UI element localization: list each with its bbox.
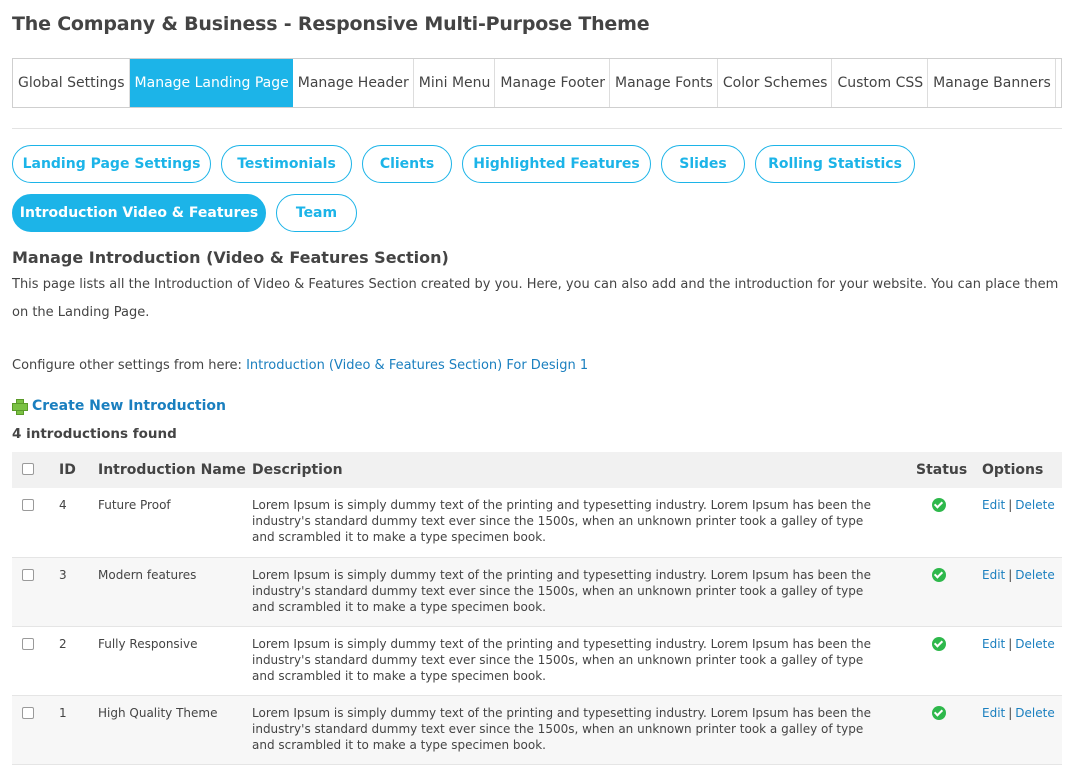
- options-separator: |: [1008, 705, 1013, 720]
- tab-custom-css[interactable]: Custom CSS: [832, 59, 929, 107]
- plus-icon: [12, 399, 28, 415]
- table-row: 1 High Quality Theme Lorem Ipsum is simp…: [12, 695, 1062, 764]
- subtab-introduction-video-features[interactable]: Introduction Video & Features: [12, 194, 266, 232]
- row-name: Modern features: [98, 567, 197, 582]
- subtab-team[interactable]: Team: [276, 194, 357, 232]
- delete-link[interactable]: Delete: [1015, 568, 1054, 582]
- config-line: Configure other settings from here: Intr…: [12, 358, 588, 373]
- subtab-rolling-statistics[interactable]: Rolling Statistics: [755, 145, 915, 183]
- row-name: High Quality Theme: [98, 705, 218, 720]
- tab-manage-landing-page[interactable]: Manage Landing Page: [129, 59, 293, 107]
- status-active-icon[interactable]: [932, 498, 946, 512]
- row-checkbox[interactable]: [22, 499, 34, 511]
- subtab-slides[interactable]: Slides: [661, 145, 745, 183]
- header-status: Status: [916, 452, 982, 488]
- header-options: Options: [982, 452, 1062, 488]
- tab-manage-header[interactable]: Manage Header: [293, 59, 414, 107]
- table-row: 4 Future Proof Lorem Ipsum is simply dum…: [12, 488, 1062, 557]
- page-title: The Company & Business - Responsive Mult…: [12, 13, 650, 35]
- subtab-highlighted-features[interactable]: Highlighted Features: [462, 145, 651, 183]
- row-id: 1: [59, 705, 67, 720]
- select-all-header: [12, 452, 46, 488]
- row-checkbox[interactable]: [22, 706, 34, 719]
- options-separator: |: [1008, 567, 1013, 582]
- config-prefix: Configure other settings from here:: [12, 358, 247, 373]
- edit-link[interactable]: Edit: [982, 706, 1005, 720]
- tab-color-schemes[interactable]: Color Schemes: [718, 59, 833, 107]
- table-row: 2 Fully Responsive Lorem Ipsum is simply…: [12, 626, 1062, 695]
- create-label: Create New Introduction: [32, 398, 226, 414]
- header-description: Description: [252, 452, 916, 488]
- section-title: Manage Introduction (Video & Features Se…: [12, 248, 449, 267]
- row-id: 3: [59, 567, 67, 582]
- subtab-testimonials[interactable]: Testimonials: [221, 145, 352, 183]
- delete-link[interactable]: Delete: [1015, 498, 1054, 512]
- create-new-introduction-button[interactable]: Create New Introduction: [12, 398, 226, 415]
- row-checkbox[interactable]: [22, 568, 34, 581]
- select-all-checkbox[interactable]: [22, 463, 34, 475]
- row-description: Lorem Ipsum is simply dummy text of the …: [252, 498, 872, 544]
- tab-manage-banners[interactable]: Manage Banners: [928, 59, 1056, 107]
- tab-mini-menu[interactable]: Mini Menu: [414, 59, 496, 107]
- row-id: 4: [59, 498, 67, 512]
- main-tabs: Global Settings Manage Landing Page Mana…: [12, 58, 1062, 108]
- edit-link[interactable]: Edit: [982, 568, 1005, 582]
- header-name[interactable]: Introduction Name: [98, 452, 252, 488]
- subtab-clients[interactable]: Clients: [362, 145, 452, 183]
- subtab-landing-page-settings[interactable]: Landing Page Settings: [12, 145, 211, 183]
- section-description: This page lists all the Introduction of …: [12, 277, 1059, 320]
- status-active-icon[interactable]: [932, 636, 946, 651]
- options-separator: |: [1008, 636, 1013, 651]
- introductions-table: ID Introduction Name Description Status …: [12, 452, 1062, 765]
- row-description: Lorem Ipsum is simply dummy text of the …: [252, 567, 872, 614]
- status-active-icon[interactable]: [932, 567, 946, 582]
- row-name: Future Proof: [98, 498, 171, 512]
- table-row: 3 Modern features Lorem Ipsum is simply …: [12, 557, 1062, 626]
- edit-link[interactable]: Edit: [982, 498, 1005, 512]
- row-name: Fully Responsive: [98, 636, 198, 651]
- edit-link[interactable]: Edit: [982, 637, 1005, 651]
- row-checkbox[interactable]: [22, 637, 34, 650]
- row-description: Lorem Ipsum is simply dummy text of the …: [252, 636, 872, 683]
- divider: [12, 128, 1062, 129]
- tab-manage-fonts[interactable]: Manage Fonts: [610, 59, 718, 107]
- options-separator: |: [1008, 498, 1013, 512]
- row-id: 2: [59, 636, 67, 651]
- row-description: Lorem Ipsum is simply dummy text of the …: [252, 705, 872, 752]
- status-active-icon[interactable]: [932, 705, 946, 720]
- delete-link[interactable]: Delete: [1015, 706, 1054, 720]
- tab-manage-footer[interactable]: Manage Footer: [495, 59, 611, 107]
- table-header-row: ID Introduction Name Description Status …: [12, 452, 1062, 488]
- results-count: 4 introductions found: [12, 426, 177, 442]
- config-link[interactable]: Introduction (Video & Features Section) …: [246, 358, 588, 373]
- tab-global-settings[interactable]: Global Settings: [13, 59, 130, 107]
- delete-link[interactable]: Delete: [1015, 637, 1054, 651]
- header-id[interactable]: ID: [46, 452, 98, 488]
